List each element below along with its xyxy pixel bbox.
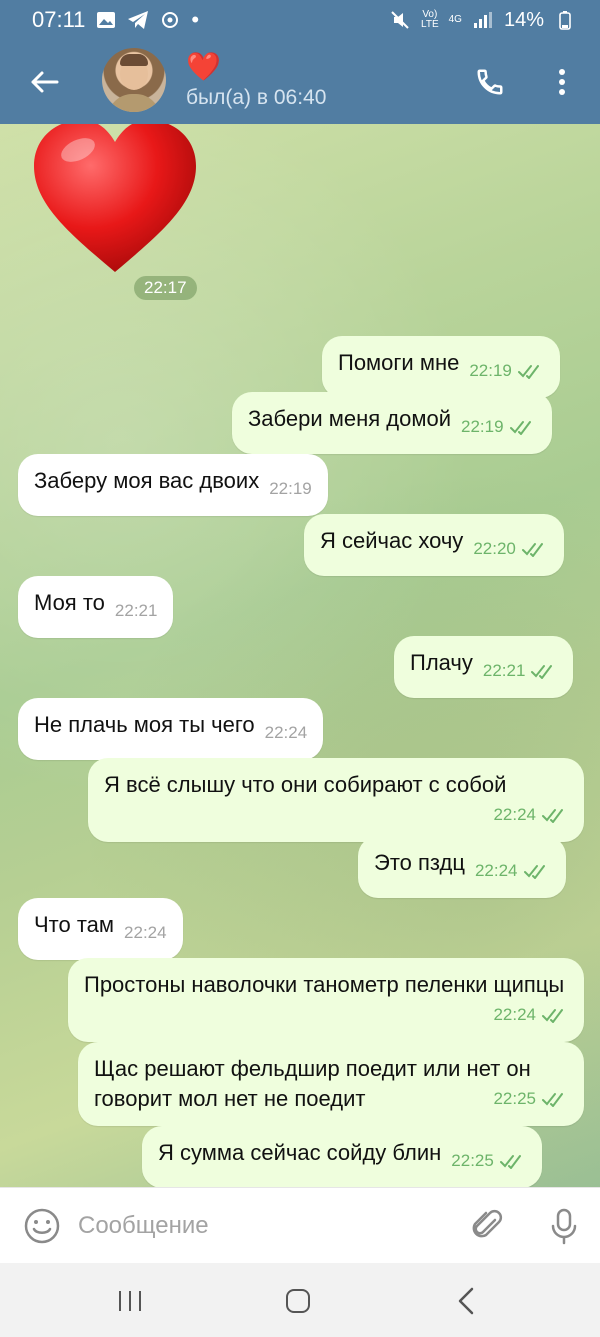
message-meta: 22:24 [475, 856, 550, 886]
double-check-icon [499, 1155, 521, 1169]
message-bubble[interactable]: Это пздц 22:24 [358, 836, 566, 898]
message-time: 22:21 [482, 661, 526, 680]
message-text: Простоны наволочки танометр пеленки щипц… [84, 972, 565, 997]
message-meta: 22:21 [115, 596, 158, 626]
chat-area[interactable]: 22:17 Помоги мне 22:19 Забери меня домой 2… [0, 124, 600, 1187]
message-time: 22:19 [269, 479, 312, 498]
battery-icon [554, 9, 576, 31]
avatar[interactable] [102, 48, 166, 112]
sync-icon [159, 9, 181, 31]
home-icon [286, 1289, 310, 1313]
double-check-icon [523, 865, 545, 879]
double-check-icon [521, 543, 543, 557]
message-bubble[interactable]: Забери меня домой 22:19 [232, 392, 552, 454]
network-4g-label: 4G [448, 14, 462, 25]
message-meta: 22:19 [461, 412, 536, 442]
signal-icon [472, 9, 494, 31]
message-time: 22:24 [493, 1005, 536, 1024]
message-bubble[interactable]: Я всё слышу что они собирают с собой 22:… [88, 758, 584, 842]
more-vert-icon [559, 69, 565, 95]
message-time: 22:20 [473, 539, 516, 558]
contact-name[interactable]: ❤️ [186, 50, 221, 83]
double-check-icon [542, 1093, 563, 1107]
system-nav-bar [0, 1263, 600, 1337]
message-bubble[interactable]: Я сейчас хочу 22:20 [304, 514, 564, 576]
message-meta: 22:24 [124, 918, 167, 948]
message-bubble[interactable]: Заберу моя вас двоих 22:19 [18, 454, 328, 516]
telegram-icon [127, 9, 149, 31]
message-bubble[interactable]: Моя то 22:21 [18, 576, 174, 638]
message-text: Что там [34, 912, 115, 937]
phone-icon [477, 69, 503, 95]
message-bubble[interactable]: Плачу 22:21 [394, 636, 574, 698]
status-bar: 07:11 • Vo) LTE 4G 14% [0, 0, 600, 40]
message-meta: 22:25 [451, 1146, 526, 1176]
message-meta: 22:24 [265, 718, 308, 748]
message-composer [0, 1187, 600, 1263]
message-text: Я сейчас хочу [320, 528, 464, 553]
back-arrow-icon [31, 71, 59, 93]
mic-button[interactable] [544, 1206, 584, 1246]
attach-icon [472, 1209, 503, 1238]
double-check-icon [542, 809, 563, 823]
gallery-icon [95, 9, 117, 31]
heart-sticker[interactable] [30, 124, 200, 274]
back-button[interactable] [22, 60, 66, 104]
message-time: 22:24 [493, 805, 536, 824]
message-time: 22:24 [474, 861, 518, 880]
notification-dot-icon: • [191, 7, 200, 32]
message-time: 22:19 [461, 417, 504, 436]
message-text: Я всё слышу что они собирают с собой [104, 772, 507, 797]
message-bubble[interactable]: Я сумма сейчас сойду блин 22:25 [142, 1126, 542, 1187]
attach-button[interactable] [468, 1206, 508, 1246]
message-input[interactable] [78, 1202, 438, 1250]
message-meta: 22:24 [84, 1000, 568, 1030]
message-meta: 22:24 [104, 800, 568, 830]
message-bubble[interactable]: Что там 22:24 [18, 898, 183, 960]
nav-back-button[interactable] [448, 1283, 484, 1319]
emoji-icon [24, 1208, 60, 1244]
message-time: 22:19 [469, 361, 512, 380]
message-meta: 22:21 [483, 656, 558, 686]
message-text: Заберу моя вас двоих [34, 468, 260, 493]
home-button[interactable] [280, 1283, 316, 1319]
message-bubble[interactable]: Щас решают фельдшир поедит или нет он го… [78, 1042, 584, 1126]
message-text: Помоги мне [338, 350, 460, 375]
recents-icon [119, 1291, 141, 1311]
message-meta: 22:19 [469, 356, 544, 386]
chat-header: ❤️ был(а) в 06:40 [0, 40, 600, 124]
message-time: 22:21 [114, 601, 158, 620]
battery-percent: 14% [503, 8, 544, 31]
message-text: Это пздц [374, 850, 465, 875]
call-button[interactable] [468, 60, 512, 104]
nav-back-icon [458, 1287, 474, 1315]
mute-icon [389, 9, 411, 31]
volte-label: Vo) LTE [421, 9, 439, 30]
message-meta: 22:19 [269, 474, 312, 504]
last-seen-status: был(а) в 06:40 [186, 86, 327, 109]
message-time: 22:24 [264, 723, 308, 742]
recents-button[interactable] [112, 1283, 148, 1319]
message-bubble[interactable]: Помоги мне 22:19 [322, 336, 560, 398]
message-text: Забери меня домой [248, 406, 452, 431]
message-bubble[interactable]: Не плачь моя ты чего 22:24 [18, 698, 324, 760]
message-text: Плачу [410, 650, 473, 675]
double-check-icon [517, 365, 539, 379]
message-meta: 22:20 [473, 534, 548, 564]
mic-icon [551, 1208, 577, 1245]
message-bubble[interactable]: Простоны наволочки танометр пеленки щипц… [68, 958, 584, 1042]
message-time: 22:24 [124, 923, 167, 942]
double-check-icon [542, 1009, 563, 1023]
sticker-timestamp: 22:17 [134, 276, 197, 300]
more-options-button[interactable] [544, 60, 580, 104]
double-check-icon [509, 421, 531, 435]
message-text: Моя то [34, 590, 105, 615]
status-time: 07:11 [32, 7, 86, 32]
message-text: Я сумма сейчас сойду блин [158, 1140, 442, 1165]
message-time: 22:25 [451, 1151, 494, 1170]
message-text: Не плачь моя ты чего [34, 712, 255, 737]
message-time: 22:25 [493, 1089, 536, 1108]
emoji-button[interactable] [22, 1206, 62, 1246]
double-check-icon [531, 665, 553, 679]
